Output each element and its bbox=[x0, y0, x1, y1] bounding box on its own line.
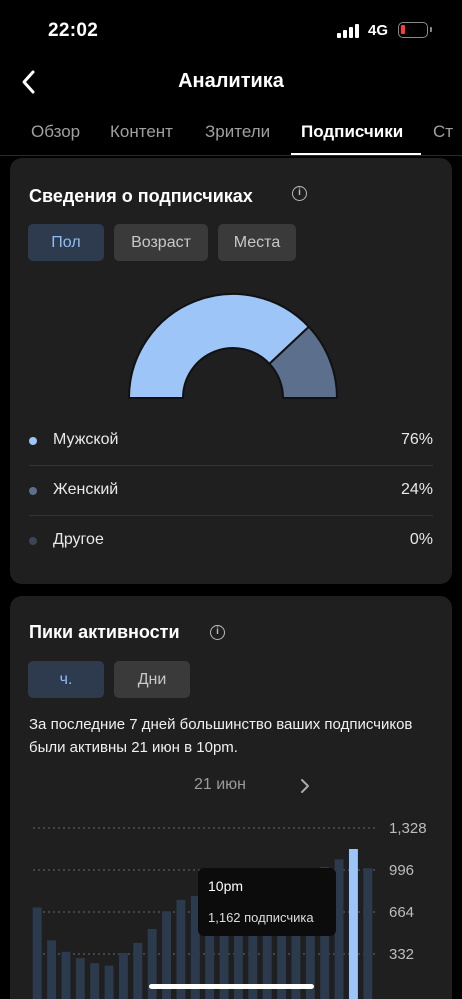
legend-label: Другое bbox=[53, 531, 104, 548]
y-tick-label: 332 bbox=[389, 946, 414, 963]
legend-row-other: Другое 0% bbox=[29, 516, 433, 566]
cellular-signal-icon bbox=[337, 24, 361, 38]
bar[interactable] bbox=[75, 958, 85, 999]
card-title: Сведения о подписчиках bbox=[29, 186, 253, 206]
legend-label: Женский bbox=[53, 481, 119, 498]
activity-peaks-card: Пики активности i ч. Дни За последние 7 … bbox=[10, 596, 452, 999]
tab-more[interactable]: Ст bbox=[433, 122, 453, 142]
legend-dot bbox=[29, 537, 37, 545]
network-type: 4G bbox=[368, 22, 389, 39]
battery-icon bbox=[398, 22, 432, 38]
home-indicator bbox=[149, 984, 314, 989]
legend-row-female: Женский 24% bbox=[29, 466, 433, 516]
date-selector[interactable]: 21 июн bbox=[10, 776, 430, 794]
info-icon[interactable]: i bbox=[210, 625, 225, 640]
tab-content[interactable]: Контент bbox=[110, 122, 173, 142]
bar[interactable] bbox=[32, 907, 42, 999]
tab-bar: Обзор Контент Зрители Подписчики Ст bbox=[0, 118, 462, 156]
bar[interactable] bbox=[90, 963, 100, 999]
gender-donut-chart bbox=[127, 293, 339, 399]
bar[interactable] bbox=[133, 942, 143, 999]
clock: 22:02 bbox=[48, 20, 99, 41]
tab-followers[interactable]: Подписчики bbox=[301, 122, 403, 142]
chip-hours[interactable]: ч. bbox=[28, 661, 104, 698]
legend-dot bbox=[29, 487, 37, 495]
bar[interactable] bbox=[61, 951, 71, 999]
activity-description: За последние 7 дней большинство ваших по… bbox=[29, 716, 413, 756]
info-icon[interactable]: i bbox=[292, 186, 307, 201]
legend-label: Мужской bbox=[53, 431, 119, 448]
legend-value: 76% bbox=[400, 431, 433, 448]
bar[interactable] bbox=[118, 952, 128, 999]
legend-value: 0% bbox=[409, 531, 433, 548]
bar-highlight[interactable] bbox=[348, 849, 358, 999]
follower-details-card: Сведения о подписчиках i Пол Возраст Мес… bbox=[10, 158, 452, 584]
chevron-right-icon[interactable] bbox=[298, 777, 312, 795]
chip-locations[interactable]: Места bbox=[218, 224, 296, 261]
chip-gender[interactable]: Пол bbox=[28, 224, 104, 261]
y-tick-label: 996 bbox=[389, 862, 414, 879]
tooltip-time: 10pm bbox=[208, 878, 244, 894]
chip-age[interactable]: Возраст bbox=[114, 224, 208, 261]
bar[interactable] bbox=[47, 940, 57, 999]
bar[interactable] bbox=[104, 965, 114, 999]
page-title: Аналитика bbox=[178, 70, 284, 92]
tab-overview[interactable]: Обзор bbox=[31, 122, 80, 142]
legend-value: 24% bbox=[400, 481, 433, 498]
card-title: Пики активности bbox=[29, 622, 180, 642]
legend-row-male: Мужской 76% bbox=[29, 416, 433, 466]
status-bar: 22:02 4G bbox=[0, 0, 462, 60]
tab-viewers[interactable]: Зрители bbox=[205, 122, 270, 142]
y-tick-label: 1,328 bbox=[389, 820, 427, 837]
chart-tooltip: 10pm 1,162 подписчика bbox=[198, 868, 336, 936]
chip-days[interactable]: Дни bbox=[114, 661, 190, 698]
y-tick-label: 664 bbox=[389, 904, 414, 921]
tooltip-count: 1,162 подписчика bbox=[208, 910, 314, 925]
bar[interactable] bbox=[363, 868, 373, 999]
active-tab-indicator bbox=[291, 153, 421, 155]
legend-dot bbox=[29, 437, 37, 445]
